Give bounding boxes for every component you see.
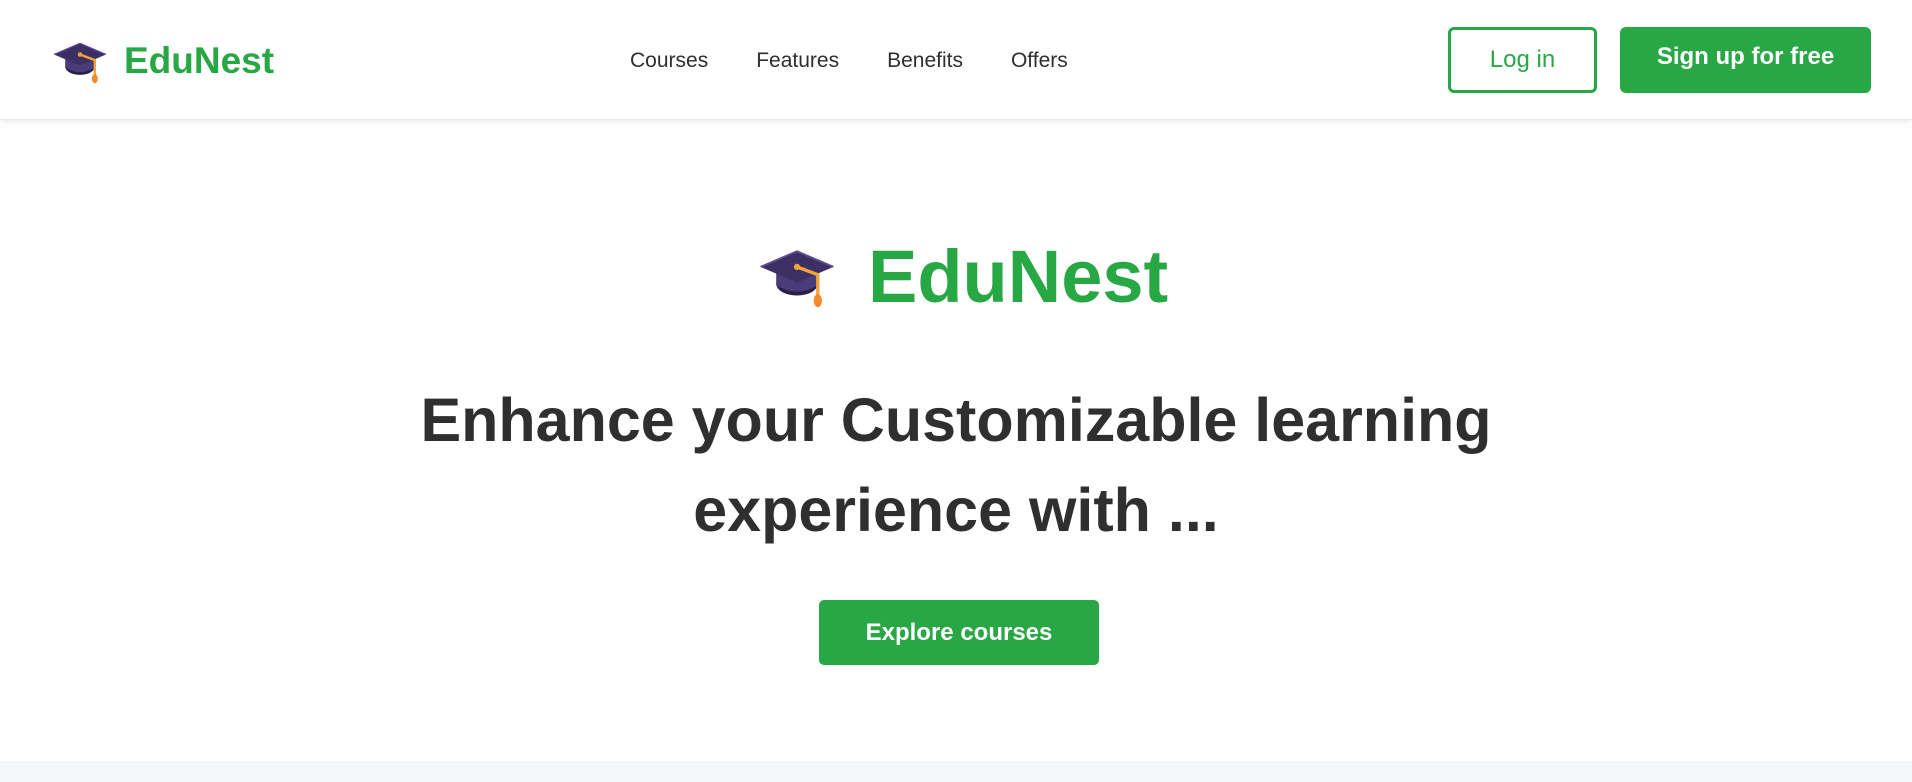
- next-section-edge: [0, 761, 1912, 782]
- brand-name: EduNest: [124, 40, 275, 81]
- nav-link-offers[interactable]: Offers: [1011, 46, 1068, 76]
- login-button[interactable]: Log in: [1448, 27, 1597, 93]
- nav-link-features[interactable]: Features: [756, 46, 839, 76]
- top-navbar: EduNest Courses Features Benefits Offers…: [0, 0, 1912, 120]
- hero-title-line-1: Enhance your Customizable learning: [420, 386, 1492, 454]
- explore-courses-button[interactable]: Explore courses: [819, 600, 1099, 665]
- hero-brand-name: EduNest: [868, 234, 1169, 318]
- brand-logo-link[interactable]: EduNest: [52, 36, 274, 86]
- signup-button[interactable]: Sign up for free: [1620, 27, 1871, 93]
- graduation-cap-icon: [53, 42, 107, 84]
- nav-link-courses[interactable]: Courses: [630, 46, 708, 76]
- nav-link-benefits[interactable]: Benefits: [887, 46, 963, 76]
- hero-title: Enhance your Customizable learning exper…: [0, 375, 1912, 555]
- hero-title-line-2: experience with ...: [693, 476, 1219, 544]
- graduation-cap-icon: [760, 250, 834, 308]
- main-nav: Courses Features Benefits Offers: [630, 46, 1068, 76]
- hero-brand: EduNest: [758, 234, 1169, 318]
